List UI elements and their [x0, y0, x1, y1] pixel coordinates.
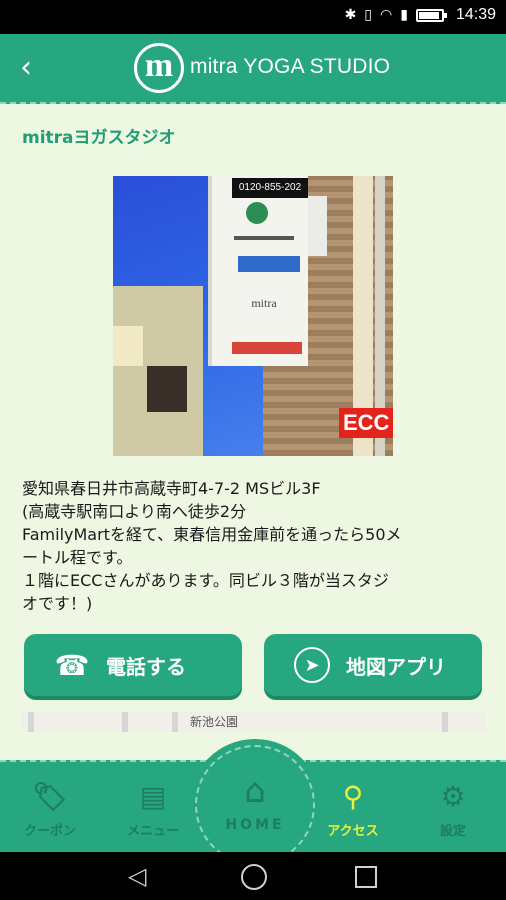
system-nav-bar: ◁ — [0, 852, 506, 900]
tab-settings-label: 設定 — [439, 824, 466, 839]
location-pin-icon: ⚲ — [342, 780, 364, 813]
sign-phone: 0120-855-202 — [232, 178, 308, 198]
tab-menu-label: メニュー — [126, 824, 179, 839]
building-sign: 0120-855-202 mitra — [208, 176, 308, 366]
logo: m — [134, 43, 184, 93]
tab-coupon[interactable]: 🏷 クーポン — [5, 780, 95, 839]
desc-line: ートル程です。 — [22, 548, 133, 567]
back-button[interactable]: ‹ — [20, 53, 48, 83]
brand-title: mitra YOGA STUDIO — [190, 55, 391, 78]
tab-access-label: アクセス — [327, 824, 379, 839]
tab-access[interactable]: ⚲ アクセス — [308, 780, 398, 839]
gear-icon: ⚙ — [440, 780, 466, 813]
desc-line: オです！) — [22, 594, 93, 613]
tab-menu[interactable]: ▤ メニュー — [108, 780, 198, 839]
tab-settings[interactable]: ⚙ 設定 — [408, 780, 498, 839]
battery-icon — [415, 8, 447, 22]
tag-icon: 🏷 — [32, 780, 68, 813]
map-view[interactable]: 新池公園 — [22, 712, 486, 732]
sim-icon: ▮ — [400, 7, 408, 23]
page-title: mitraヨガスタジオ — [22, 128, 176, 148]
wifi-icon: ◠ — [380, 7, 393, 23]
tab-coupon-label: クーポン — [23, 824, 76, 839]
nav-back-icon[interactable]: ◁ — [128, 862, 146, 890]
tab-home[interactable]: ⌂ HOME — [195, 745, 315, 865]
chevron-left-icon: ‹ — [20, 50, 32, 85]
compass-icon: ➤ — [294, 647, 330, 683]
clipboard-icon: ▤ — [139, 780, 167, 813]
phone-icon: ☎ — [54, 648, 90, 682]
map-label-park: 新池公園 — [190, 715, 239, 729]
house-icon: ⌂ — [244, 771, 266, 811]
call-label: 電話する — [106, 654, 186, 679]
bluetooth-icon: ✱ — [344, 7, 357, 23]
tab-home-label: HOME — [225, 817, 285, 833]
call-button[interactable]: ☎ 電話する — [24, 634, 242, 696]
nav-home-icon[interactable] — [241, 864, 267, 890]
studio-photo: 0120-855-202 mitra ECC — [113, 176, 393, 456]
desc-line: １階にECCさんがあります。同ビル３階が当スタジ — [22, 571, 389, 590]
address-description: 愛知県春日井市高蔵寺町4-7-2 MSビル3F (高蔵寺駅南口より南へ徒歩2分 … — [22, 477, 492, 615]
map-app-button[interactable]: ➤ 地図アプリ — [264, 634, 482, 696]
status-bar: ✱ ▯ ◠ ▮ 14:39 — [0, 0, 506, 34]
sign-mitra: mitra — [251, 296, 277, 310]
desc-line: FamilyMartを経て、東春信用金庫前を通ったら50メ — [22, 525, 402, 544]
desc-line: (高蔵寺駅南口より南へ徒歩2分 — [22, 502, 247, 521]
map-label: 地図アプリ — [346, 654, 446, 679]
status-time: 14:39 — [455, 6, 496, 23]
app-header: ‹ m mitra YOGA STUDIO — [0, 34, 506, 104]
desc-line: 愛知県春日井市高蔵寺町4-7-2 MSビル3F — [22, 479, 321, 498]
ecc-sign: ECC — [339, 408, 393, 438]
nav-recents-icon[interactable] — [355, 866, 377, 888]
vibrate-icon: ▯ — [364, 7, 373, 23]
